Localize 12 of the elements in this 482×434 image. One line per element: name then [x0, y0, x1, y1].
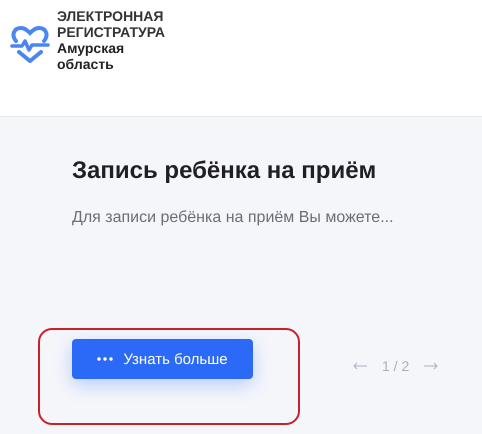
- page-counter: 1 / 2: [382, 358, 410, 374]
- heart-pulse-icon: [10, 25, 50, 63]
- logo-text: область: [57, 56, 115, 72]
- learn-more-button[interactable]: Узнать больше: [72, 339, 253, 379]
- logo-text: РЕГИСТРАТУРА: [57, 24, 165, 40]
- slide-title: Запись ребёнка на приём: [72, 157, 378, 185]
- dots-icon: [97, 357, 114, 361]
- arrow-left-icon[interactable]: [352, 362, 368, 370]
- logo-text: Амурская: [57, 40, 126, 56]
- logo-text: ЭЛЕКТРОННАЯ: [57, 8, 164, 24]
- slide-description: Для записи ребёнка на приём Вы можете...: [72, 209, 395, 227]
- arrow-right-icon[interactable]: [423, 362, 440, 370]
